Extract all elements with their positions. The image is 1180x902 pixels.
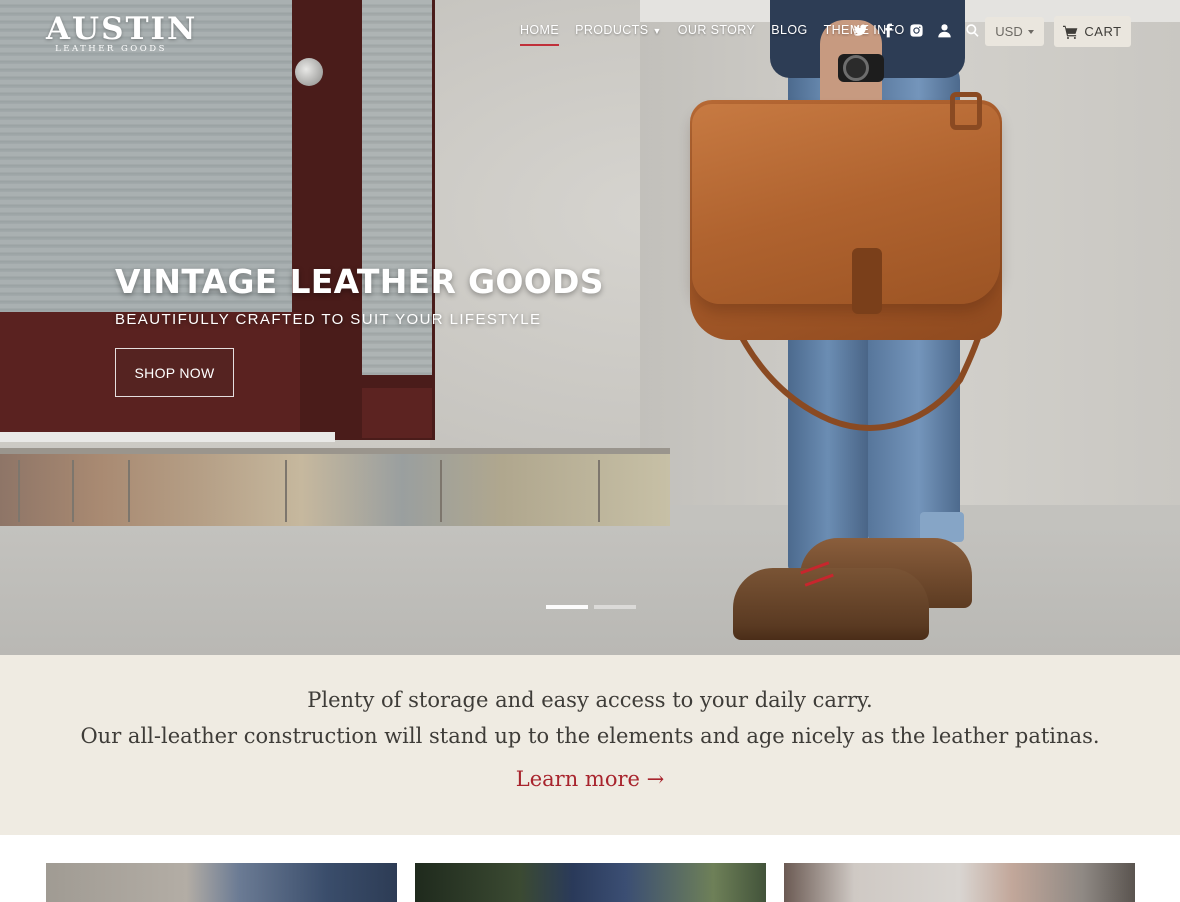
- search-icon[interactable]: [964, 22, 980, 38]
- currency-select[interactable]: USD: [985, 17, 1044, 46]
- promo-line-2: Our all-leather construction will stand …: [80, 724, 1100, 748]
- chevron-down-icon: ▼: [652, 26, 662, 36]
- facebook-icon[interactable]: [880, 22, 896, 38]
- learn-more-link[interactable]: Learn more →: [516, 767, 664, 791]
- shop-now-button[interactable]: SHOP NOW: [115, 348, 234, 397]
- instagram-icon[interactable]: [908, 22, 924, 38]
- hero-title: VINTAGE LEATHER GOODS: [115, 262, 604, 301]
- nav-icons: [852, 22, 980, 38]
- bag-flap: [692, 104, 1000, 304]
- hero-content: VINTAGE LEATHER GOODS BEAUTIFULLY CRAFTE…: [115, 262, 604, 397]
- product-tile-1[interactable]: [46, 863, 397, 902]
- cart-icon: [1063, 25, 1078, 39]
- nav-item-home[interactable]: HOME: [520, 23, 560, 46]
- product-tile-3[interactable]: [784, 863, 1135, 902]
- twitter-icon[interactable]: [852, 22, 868, 38]
- logo-tagline: LEATHER GOODS: [55, 44, 167, 54]
- nav-item-products-label: PRODUCTS: [575, 23, 649, 37]
- hero-subtitle: BEAUTIFULLY CRAFTED TO SUIT YOUR LIFESTY…: [115, 311, 542, 328]
- cart-label: CART: [1084, 24, 1122, 39]
- nav-item-our-story[interactable]: OUR STORY: [678, 23, 755, 37]
- cart-button[interactable]: CART: [1054, 16, 1131, 47]
- bag-strap-tab: [852, 248, 882, 314]
- logo-wordmark: AUSTIN: [46, 11, 198, 47]
- slide-dot-2[interactable]: [594, 605, 636, 609]
- currency-value: USD: [995, 24, 1023, 39]
- slide-dot-1[interactable]: [546, 605, 588, 609]
- slideshow-dots: [546, 605, 636, 609]
- nav-item-products[interactable]: PRODUCTS ▼: [575, 23, 662, 37]
- caret-down-icon: [1027, 29, 1034, 34]
- hero-banner: VINTAGE LEATHER GOODS BEAUTIFULLY CRAFTE…: [0, 0, 1180, 655]
- account-icon[interactable]: [936, 22, 952, 38]
- site-logo[interactable]: AUSTIN LEATHER GOODS: [46, 11, 198, 54]
- promo-line-1: Plenty of storage and easy access to you…: [307, 688, 873, 712]
- bag-buckle: [950, 92, 982, 130]
- promo-band: Plenty of storage and easy access to you…: [0, 655, 1180, 835]
- product-tile-2[interactable]: [415, 863, 766, 902]
- nav-item-blog[interactable]: BLOG: [771, 23, 807, 37]
